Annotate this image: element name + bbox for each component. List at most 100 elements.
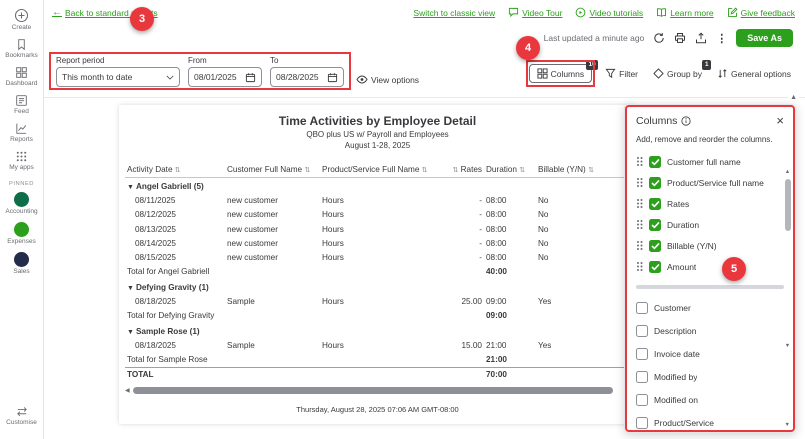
column-toggle-item[interactable]: Rates: [636, 193, 784, 214]
group-header-row[interactable]: ▼Defying Gravity (1): [125, 279, 630, 295]
panel-scrollbar-thumb[interactable]: [785, 179, 791, 231]
column-toggle-item[interactable]: Modified on: [636, 388, 784, 411]
checkbox-unchecked[interactable]: [636, 348, 648, 360]
checkbox-checked[interactable]: [649, 177, 661, 189]
chevron-down-icon: [166, 75, 174, 80]
drag-handle-icon: [636, 219, 643, 230]
column-header[interactable]: Duration ⇅: [484, 162, 536, 178]
calendar-icon[interactable]: [327, 72, 338, 83]
topbar-link-learn-more[interactable]: Learn more: [656, 7, 713, 18]
sidebar-item-bookmarks[interactable]: Bookmarks: [5, 38, 38, 59]
from-date-input[interactable]: 08/01/2025: [188, 67, 262, 87]
collapse-chevron-icon[interactable]: ▼: [127, 329, 134, 336]
table-row[interactable]: 08/15/2025new customerHours-08:00No: [125, 250, 630, 264]
column-toggle-item[interactable]: Description: [636, 319, 784, 342]
column-toggle-item[interactable]: Customer: [636, 296, 784, 319]
column-toggle-item[interactable]: Duration: [636, 214, 784, 235]
column-toggle-item[interactable]: Product/Service full name: [636, 172, 784, 193]
column-header[interactable]: Customer Full Name ⇅: [225, 162, 320, 178]
scroll-down-icon[interactable]: ▼: [785, 422, 790, 428]
print-icon[interactable]: [674, 32, 686, 44]
checkbox-unchecked[interactable]: [636, 325, 648, 337]
save-as-button[interactable]: Save As: [736, 29, 793, 47]
export-icon[interactable]: [695, 32, 707, 44]
sort-icon[interactable]: ⇅: [588, 167, 594, 174]
scrollbar-thumb[interactable]: [133, 387, 613, 394]
sidebar-item-my-apps[interactable]: My apps: [5, 150, 38, 171]
sort-icon[interactable]: ⇅: [304, 167, 310, 174]
sort-icon[interactable]: ⇅: [422, 167, 428, 174]
panel-scrollbar[interactable]: ▲ ▼: [783, 169, 792, 349]
topbar-link-switch-to-classic-view[interactable]: Switch to classic view: [413, 8, 495, 18]
report-period-select[interactable]: This month to date: [56, 67, 180, 87]
general-options-button[interactable]: General options: [715, 65, 793, 82]
group-by-button[interactable]: Group by 1: [651, 65, 704, 82]
scroll-left-icon[interactable]: ◀: [125, 387, 130, 394]
collapse-chevron-icon[interactable]: ▼: [127, 285, 134, 292]
book-icon: [656, 7, 667, 18]
table-row[interactable]: 08/14/2025new customerHours-08:00No: [125, 236, 630, 250]
report-title: Time Activities by Employee Detail: [125, 114, 630, 128]
checkbox-unchecked[interactable]: [636, 371, 648, 383]
checkbox-checked[interactable]: [649, 198, 661, 210]
table-row[interactable]: 08/18/2025SampleHours25.0009:00Yes: [125, 294, 630, 308]
column-toggle-item[interactable]: Product/Service: [636, 411, 784, 433]
column-toggle-item[interactable]: Billable (Y/N): [636, 235, 784, 256]
table-row[interactable]: 08/18/2025SampleHours15.0021:00Yes: [125, 338, 630, 352]
sort-icon[interactable]: ⇅: [175, 167, 181, 174]
horizontal-scrollbar[interactable]: ◀ ▶: [125, 387, 630, 394]
filter-button[interactable]: Filter: [603, 65, 640, 82]
sort-icon[interactable]: ⇅: [452, 167, 458, 174]
info-icon[interactable]: [681, 116, 691, 126]
sidebar-item-expenses[interactable]: Expenses: [5, 222, 37, 245]
column-header[interactable]: Billable (Y/N) ⇅: [536, 162, 630, 178]
group-header-row[interactable]: ▼Angel Gabriell (5): [125, 178, 630, 194]
topbar-link-video-tour[interactable]: Video Tour: [508, 7, 562, 18]
columns-button[interactable]: Columns 10: [529, 64, 593, 83]
view-options-button[interactable]: View options: [356, 70, 419, 89]
checkbox-unchecked[interactable]: [636, 417, 648, 429]
sidebar-item-dashboard[interactable]: Dashboard: [5, 66, 38, 87]
sidebar-item-customise[interactable]: Customise: [6, 405, 37, 426]
checkbox-checked[interactable]: [649, 156, 661, 168]
expenses-circle-icon: [14, 222, 29, 237]
sidebar-item-label: Accounting: [5, 208, 37, 215]
sort-icon[interactable]: ⇅: [519, 167, 525, 174]
sidebar-item-label: Dashboard: [6, 80, 38, 87]
scroll-down-icon[interactable]: ▼: [785, 343, 790, 349]
column-toggle-item[interactable]: Invoice date: [636, 342, 784, 365]
report-footer-timestamp: Thursday, August 28, 2025 07:06 AM GMT-0…: [125, 405, 630, 414]
calendar-icon[interactable]: [245, 72, 256, 83]
back-arrow-icon: ←: [52, 7, 62, 18]
column-toggle-item[interactable]: Amount: [636, 256, 784, 277]
column-header[interactable]: Product/Service Full Name ⇅: [320, 162, 440, 178]
more-options-icon[interactable]: ⋮: [716, 32, 727, 45]
collapse-header-chevron-icon[interactable]: ▲: [788, 94, 799, 101]
column-toggle-item[interactable]: Customer full name: [636, 151, 784, 172]
sidebar-item-accounting[interactable]: Accounting: [5, 192, 37, 215]
checkbox-unchecked[interactable]: [636, 394, 648, 406]
column-toggle-item[interactable]: Modified by: [636, 365, 784, 388]
sidebar-item-feed[interactable]: Feed: [5, 94, 38, 115]
dashboard-icon: [15, 66, 28, 79]
collapse-chevron-icon[interactable]: ▼: [127, 184, 134, 191]
column-header[interactable]: Activity Date ⇅: [125, 162, 225, 178]
checkbox-unchecked[interactable]: [636, 302, 648, 314]
close-icon[interactable]: ×: [776, 114, 784, 127]
sidebar-item-create[interactable]: Create: [5, 8, 38, 31]
refresh-icon[interactable]: [653, 32, 665, 44]
table-row[interactable]: 08/11/2025new customerHours-08:00No: [125, 194, 630, 208]
checkbox-checked[interactable]: [649, 219, 661, 231]
table-row[interactable]: 08/12/2025new customerHours-08:00No: [125, 208, 630, 222]
table-row[interactable]: 08/13/2025new customerHours-08:00No: [125, 222, 630, 236]
swap-arrows-icon: [15, 405, 29, 418]
to-date-input[interactable]: 08/28/2025: [270, 67, 344, 87]
group-header-row[interactable]: ▼Sample Rose (1): [125, 323, 630, 339]
topbar-link-give-feedback[interactable]: Give feedback: [727, 7, 795, 18]
checkbox-checked[interactable]: [649, 240, 661, 252]
checkbox-checked[interactable]: [649, 261, 661, 273]
topbar-link-video-tutorials[interactable]: Video tutorials: [575, 7, 643, 18]
column-header[interactable]: ⇅ Rates: [440, 162, 484, 178]
sidebar-item-reports[interactable]: Reports: [5, 122, 38, 143]
sidebar-item-sales[interactable]: Sales: [5, 252, 37, 275]
